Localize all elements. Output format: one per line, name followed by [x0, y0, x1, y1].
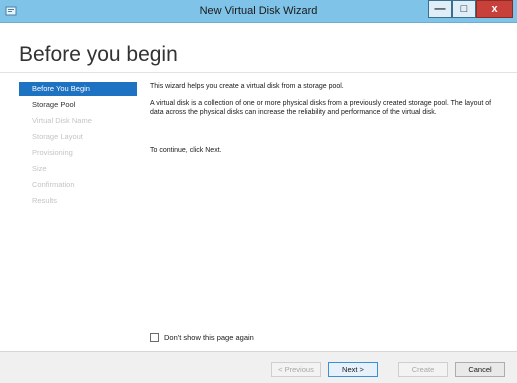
- nav-item-confirmation: Confirmation: [32, 180, 75, 189]
- nav-item-size: Size: [32, 164, 47, 173]
- previous-button[interactable]: < Previous: [271, 362, 321, 377]
- next-button[interactable]: Next >: [328, 362, 378, 377]
- nav-item-virtual-disk-name: Virtual Disk Name: [32, 116, 92, 125]
- page-title: Before you begin: [19, 43, 178, 66]
- nav-item-storage-layout: Storage Layout: [32, 132, 83, 141]
- maximize-icon: □: [460, 3, 468, 15]
- nav-item-before-you-begin[interactable]: Before You Begin: [19, 82, 137, 96]
- create-button[interactable]: Create: [398, 362, 448, 377]
- close-icon: x: [491, 3, 498, 15]
- nav-item-storage-pool[interactable]: Storage Pool: [19, 98, 137, 112]
- title-bar: New Virtual Disk Wizard — □ x: [0, 0, 517, 23]
- nav-item-provisioning: Provisioning: [32, 148, 73, 157]
- close-button[interactable]: x: [476, 0, 513, 18]
- dont-show-again-checkbox[interactable]: [150, 332, 159, 342]
- minimize-icon: —: [434, 3, 446, 15]
- dont-show-again-row[interactable]: Don't show this page again: [150, 331, 254, 343]
- header-divider: [0, 72, 517, 73]
- description-paragraph: A virtual disk is a collection of one or…: [150, 100, 492, 116]
- cancel-button[interactable]: Cancel: [455, 362, 505, 377]
- minimize-button[interactable]: —: [428, 0, 452, 18]
- dont-show-again-label[interactable]: Don't show this page again: [164, 333, 254, 342]
- nav-item-results: Results: [32, 196, 58, 205]
- maximize-button[interactable]: □: [452, 0, 476, 18]
- continue-paragraph: To continue, click Next.: [150, 147, 222, 154]
- intro-paragraph: This wizard helps you create a virtual d…: [150, 83, 344, 90]
